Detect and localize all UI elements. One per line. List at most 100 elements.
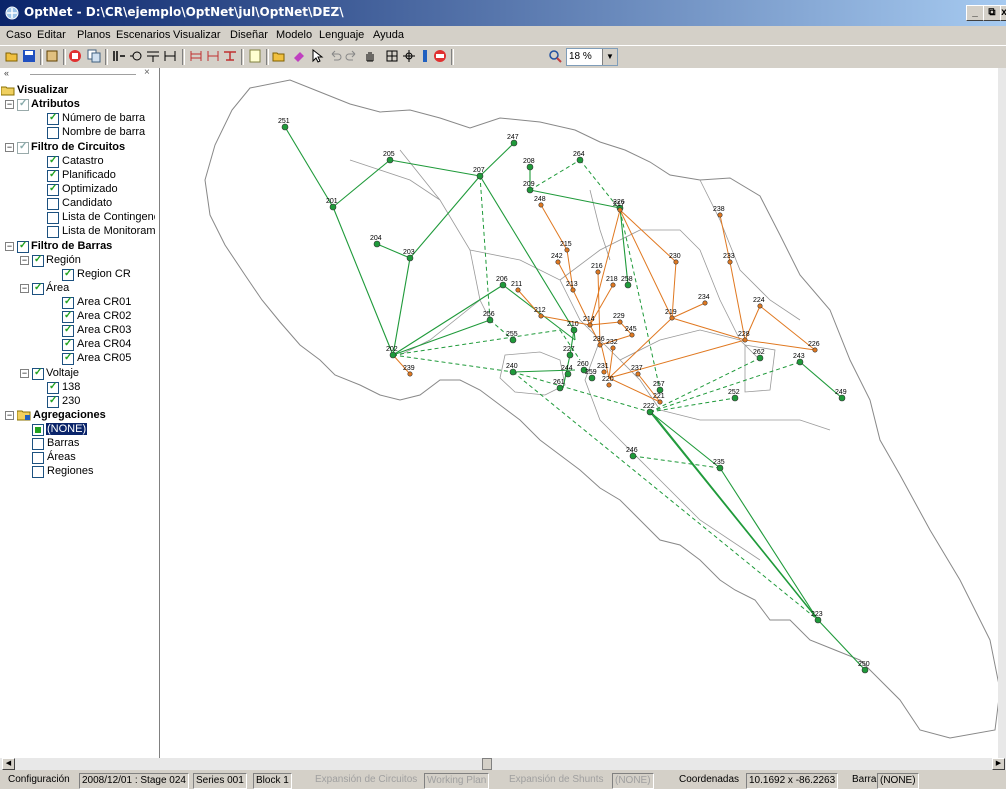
menu-lenguaje[interactable]: Lenguaje bbox=[319, 29, 364, 41]
bus-230[interactable] bbox=[673, 259, 679, 265]
map-horizontal-scrollbar[interactable]: ◀ ▶ bbox=[0, 758, 1006, 770]
tree-visualizar[interactable]: Visualizar bbox=[0, 84, 150, 98]
area-cr02-checkbox[interactable] bbox=[62, 310, 74, 323]
zoom-icon[interactable] bbox=[548, 49, 562, 63]
tree-regiones[interactable]: Regiones bbox=[20, 465, 155, 479]
redo-icon[interactable] bbox=[345, 49, 359, 63]
v138-checkbox[interactable] bbox=[47, 381, 59, 394]
move-icon[interactable] bbox=[402, 49, 416, 63]
filtro-barras-checkbox[interactable] bbox=[17, 240, 29, 253]
pan-hand-icon[interactable] bbox=[363, 49, 377, 63]
areas-checkbox[interactable] bbox=[32, 452, 44, 464]
bus-238[interactable] bbox=[717, 212, 723, 218]
lista-monitoreo-checkbox[interactable] bbox=[47, 226, 59, 238]
chevron-down-icon[interactable]: ▼ bbox=[602, 49, 617, 65]
collapse-icon[interactable]: − bbox=[20, 369, 29, 378]
eraser-icon[interactable] bbox=[292, 49, 306, 63]
tree-areas[interactable]: Áreas bbox=[20, 451, 155, 465]
bus-231[interactable] bbox=[601, 369, 607, 375]
tree-v138[interactable]: 138 bbox=[35, 381, 155, 395]
nombre-barra-checkbox[interactable] bbox=[47, 127, 59, 139]
bus-239[interactable] bbox=[407, 371, 413, 377]
bus-245[interactable] bbox=[629, 332, 635, 338]
atributos-checkbox[interactable] bbox=[17, 98, 29, 111]
properties-icon[interactable] bbox=[45, 49, 59, 63]
bus-234[interactable] bbox=[702, 300, 708, 306]
bus-237[interactable] bbox=[635, 371, 641, 377]
tree-candidato[interactable]: Candidato bbox=[35, 197, 155, 211]
record-icon[interactable] bbox=[433, 49, 447, 63]
generator-icon[interactable] bbox=[129, 49, 143, 63]
open-folder-icon[interactable] bbox=[5, 49, 19, 63]
pointer-icon[interactable] bbox=[310, 49, 324, 63]
bus-211[interactable] bbox=[515, 287, 521, 293]
tree-catastro[interactable]: Catastro bbox=[35, 155, 155, 169]
tree-nombre-barra[interactable]: Nombre de barra bbox=[35, 126, 155, 140]
scroll-thumb[interactable] bbox=[482, 758, 492, 770]
collapse-icon[interactable]: − bbox=[5, 143, 14, 152]
capacitor-icon[interactable] bbox=[223, 49, 237, 63]
map-vertical-scrollbar[interactable] bbox=[998, 68, 1006, 758]
save-icon[interactable] bbox=[22, 49, 36, 63]
menu-disenar[interactable]: Diseñar bbox=[230, 29, 268, 41]
tree-voltaje[interactable]: − Voltaje bbox=[20, 367, 155, 381]
area-cr05-checkbox[interactable] bbox=[62, 352, 74, 365]
menu-visualizar[interactable]: Visualizar bbox=[173, 29, 221, 41]
collapse-panel-icon[interactable]: « bbox=[4, 68, 9, 78]
none-radio[interactable] bbox=[32, 424, 44, 436]
collapse-icon[interactable]: − bbox=[5, 411, 14, 420]
area-checkbox[interactable] bbox=[32, 282, 44, 295]
zoom-extents-icon[interactable] bbox=[385, 49, 399, 63]
tree-none[interactable]: (NONE) bbox=[20, 422, 155, 437]
tree-lista-contingencias[interactable]: Lista de Contingenc bbox=[35, 211, 155, 225]
area-cr04-checkbox[interactable] bbox=[62, 338, 74, 351]
tree-region-cr[interactable]: Region CR bbox=[50, 268, 155, 282]
voltaje-checkbox[interactable] bbox=[32, 367, 44, 380]
shunt-icon[interactable] bbox=[206, 49, 220, 63]
note-icon[interactable] bbox=[248, 49, 262, 63]
scroll-right-icon[interactable]: ▶ bbox=[992, 758, 1005, 770]
lista-contingencias-checkbox[interactable] bbox=[47, 212, 59, 224]
optimizado-checkbox[interactable] bbox=[47, 183, 59, 196]
bus-228[interactable] bbox=[742, 337, 748, 343]
zoom-select[interactable]: 18 % ▼ bbox=[566, 48, 618, 66]
tree-barras[interactable]: Barras bbox=[20, 437, 155, 451]
barras-checkbox[interactable] bbox=[32, 438, 44, 450]
bus-224[interactable] bbox=[757, 303, 763, 309]
tree-agregaciones[interactable]: − Agregaciones bbox=[5, 409, 155, 423]
panel-grip[interactable] bbox=[30, 74, 136, 78]
tree-area-cr05[interactable]: Area CR05 bbox=[50, 352, 155, 366]
bus-232[interactable] bbox=[610, 345, 616, 351]
bus-216[interactable] bbox=[595, 269, 601, 275]
restore-button[interactable]: ⧉ bbox=[983, 5, 1001, 21]
folder-icon[interactable] bbox=[272, 49, 286, 63]
area-cr01-checkbox[interactable] bbox=[62, 296, 74, 309]
menu-modelo[interactable]: Modelo bbox=[276, 29, 312, 41]
collapse-icon[interactable]: − bbox=[5, 100, 14, 109]
close-panel-icon[interactable]: × bbox=[144, 68, 150, 78]
bus-214[interactable] bbox=[587, 322, 593, 328]
copy-icon[interactable] bbox=[87, 49, 101, 63]
bus-236[interactable] bbox=[597, 342, 603, 348]
bus-icon[interactable] bbox=[112, 49, 126, 63]
area-cr03-checkbox[interactable] bbox=[62, 324, 74, 337]
bus-226[interactable] bbox=[812, 347, 818, 353]
menu-ayuda[interactable]: Ayuda bbox=[373, 29, 404, 41]
network-map[interactable]: 251 205 207 247 208 264 209 201 248 226 217 238 204 2… bbox=[160, 68, 1001, 758]
bus-217[interactable] bbox=[617, 207, 623, 213]
bus-212[interactable] bbox=[538, 313, 544, 319]
transformer-icon[interactable] bbox=[163, 49, 177, 63]
bus-213[interactable] bbox=[570, 287, 576, 293]
tree-filtro-barras[interactable]: − Filtro de Barras bbox=[5, 240, 155, 254]
menu-editar[interactable]: Editar bbox=[37, 29, 66, 41]
tree-lista-monitoreo[interactable]: Lista de Monitorami bbox=[35, 225, 155, 239]
tree-area[interactable]: − Área bbox=[20, 282, 155, 296]
collapse-icon[interactable]: − bbox=[20, 256, 29, 265]
stop-icon[interactable] bbox=[68, 49, 82, 63]
close-button[interactable]: x bbox=[1000, 5, 1006, 21]
bus-221[interactable] bbox=[657, 399, 663, 405]
menu-caso[interactable]: Caso bbox=[6, 29, 32, 41]
scroll-left-icon[interactable]: ◀ bbox=[2, 758, 15, 770]
numero-barra-checkbox[interactable] bbox=[47, 112, 59, 125]
region-cr-checkbox[interactable] bbox=[62, 268, 74, 281]
